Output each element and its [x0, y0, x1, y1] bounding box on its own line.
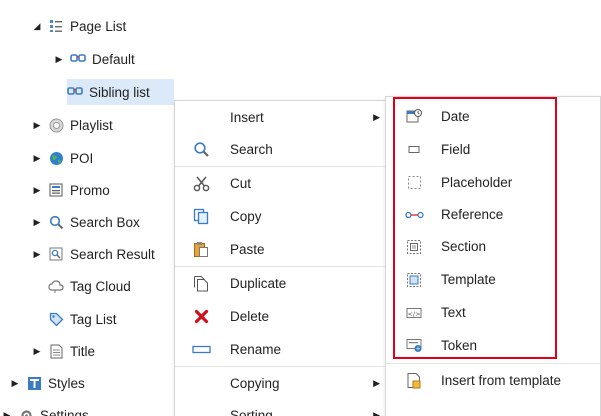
collapsed-arrow-icon[interactable]: ▶ — [30, 217, 44, 228]
tree-item-tag-cloud[interactable]: Tag Cloud — [44, 273, 131, 299]
rendering-icon — [67, 84, 83, 100]
rendering-icon — [70, 51, 86, 67]
menu-label: Copying — [230, 376, 280, 391]
collapsed-arrow-icon[interactable]: ▶ — [30, 346, 44, 357]
collapsed-arrow-icon[interactable]: ▶ — [30, 249, 44, 260]
menu-item-delete[interactable]: Delete — [175, 300, 388, 333]
tree-item-search-box[interactable]: ▶ Search Box — [30, 209, 140, 235]
menu-label: Duplicate — [230, 276, 287, 291]
search-icon — [48, 214, 64, 230]
tree-item-default[interactable]: ▶ Default — [52, 46, 135, 72]
tree-label: Default — [92, 51, 135, 67]
menu-item-rename[interactable]: Rename — [175, 333, 388, 366]
menu-label: Delete — [230, 309, 270, 324]
tree-label: Settings — [40, 407, 89, 416]
copy-icon — [191, 207, 211, 227]
collapsed-arrow-icon[interactable]: ▶ — [8, 378, 22, 389]
tree-item-page-list[interactable]: ◢ Page List — [30, 13, 127, 39]
menu-label: Paste — [230, 242, 265, 257]
promo-icon — [48, 182, 64, 198]
tree-item-settings[interactable]: ▶ Settings — [0, 402, 89, 416]
tree-label: Playlist — [70, 117, 113, 133]
delete-icon — [191, 307, 211, 327]
tree-label: Page List — [70, 18, 127, 34]
submenu-arrow-icon: ▶ — [373, 410, 380, 416]
submenu-item-insert-from-template[interactable]: Insert from template — [386, 364, 600, 397]
tag-icon — [48, 311, 64, 327]
menu-item-copy[interactable]: Copy — [175, 200, 388, 233]
tree-label: Search Result — [70, 246, 155, 262]
menu-label: Rename — [230, 342, 282, 357]
tree-item-promo[interactable]: ▶ Promo — [30, 177, 110, 203]
tree-label: Promo — [70, 182, 110, 198]
tree-item-title[interactable]: ▶ Title — [30, 338, 95, 364]
globe-icon — [48, 150, 64, 166]
playlist-icon — [48, 117, 64, 133]
menu-item-copying[interactable]: Copying ▶ — [175, 367, 388, 400]
paste-icon — [191, 240, 211, 260]
tree-item-tag-list[interactable]: Tag List — [44, 306, 117, 332]
menu-item-search[interactable]: Search — [175, 133, 388, 166]
tree-item-playlist[interactable]: ▶ Playlist — [30, 112, 113, 138]
tree-label: Search Box — [70, 214, 140, 230]
search-icon — [191, 140, 211, 160]
menu-item-sorting[interactable]: Sorting ▶ — [175, 399, 388, 416]
collapsed-arrow-icon[interactable]: ▶ — [30, 120, 44, 131]
menu-item-cut[interactable]: Cut — [175, 167, 388, 200]
submenu-arrow-icon: ▶ — [373, 378, 380, 388]
search-results-icon — [48, 246, 64, 262]
tree-label: Sibling list — [89, 84, 150, 100]
tree-label: Styles — [48, 375, 85, 391]
collapsed-arrow-icon[interactable]: ▶ — [0, 410, 14, 416]
rename-icon — [191, 340, 211, 360]
collapsed-arrow-icon[interactable]: ▶ — [30, 153, 44, 164]
tree-item-search-results[interactable]: ▶ Search Result — [30, 241, 155, 267]
tree-label: POI — [70, 150, 94, 166]
context-menu: Insert ▶ Search Cut Copy Paste Duplicate — [174, 100, 389, 416]
menu-item-paste[interactable]: Paste — [175, 233, 388, 266]
menu-label: Cut — [230, 176, 252, 191]
collapsed-arrow-icon[interactable]: ▶ — [52, 54, 66, 65]
tag-cloud-icon — [48, 278, 64, 294]
scissors-icon — [191, 174, 211, 194]
duplicate-icon — [191, 274, 211, 294]
styles-icon — [26, 375, 42, 391]
tree-item-poi[interactable]: ▶ POI — [30, 145, 94, 171]
menu-item-duplicate[interactable]: Duplicate — [175, 267, 388, 300]
collapsed-arrow-icon[interactable]: ▶ — [30, 185, 44, 196]
menu-label: Insert — [230, 110, 264, 125]
menu-label: Search — [230, 142, 273, 157]
submenu-arrow-icon: ▶ — [373, 112, 380, 122]
settings-icon — [18, 407, 34, 416]
menu-label: Copy — [230, 209, 262, 224]
page-list-icon — [48, 18, 64, 34]
tree-item-sibling-list[interactable]: Sibling list — [67, 79, 174, 105]
expanded-arrow-icon[interactable]: ◢ — [30, 21, 44, 32]
highlight-box — [393, 97, 557, 359]
document-icon — [48, 343, 64, 359]
tree-label: Tag List — [70, 311, 117, 327]
tree-label: Title — [70, 343, 96, 359]
tree-item-styles[interactable]: ▶ Styles — [8, 370, 85, 396]
menu-item-insert[interactable]: Insert ▶ — [175, 101, 388, 134]
insert-from-template-icon — [404, 371, 424, 391]
submenu-label: Insert from template — [441, 373, 562, 388]
tree-label: Tag Cloud — [70, 278, 131, 294]
menu-label: Sorting — [230, 408, 273, 416]
